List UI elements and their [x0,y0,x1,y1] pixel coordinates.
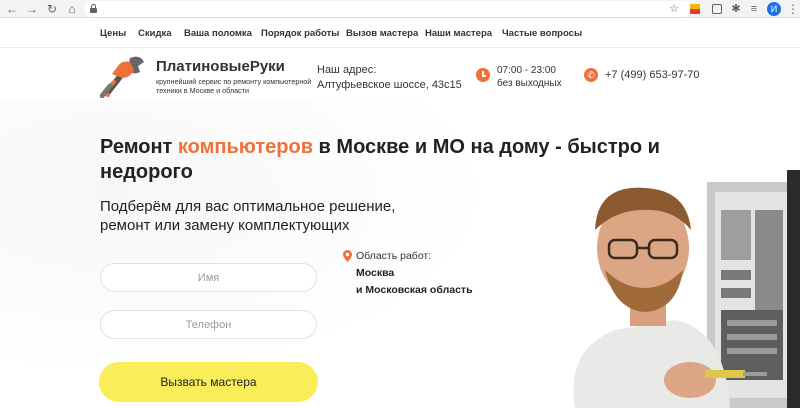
nav-link-your-breakdown[interactable]: Ваша поломка [184,28,252,39]
home-icon[interactable]: ⌂ [64,1,80,17]
phone-icon: ✆ [584,68,598,82]
clock-icon [476,68,490,82]
service-area-city: Москва [356,267,395,279]
extensions-puzzle-icon[interactable]: ✱ [730,3,742,15]
site-nav: Цены Скидка Ваша поломка Порядок работы … [0,18,800,48]
nav-link-faq[interactable]: Частые вопросы [502,28,582,39]
back-icon[interactable]: ← [4,1,20,17]
forward-icon[interactable]: → [24,1,40,17]
nav-link-our-masters[interactable]: Наши мастера [425,28,492,39]
browser-menu-icon[interactable]: ⋮ [787,1,799,17]
address-bar[interactable] [84,1,692,17]
reload-icon[interactable]: ↻ [44,1,60,17]
nav-link-work-order[interactable]: Порядок работы [261,28,339,39]
working-days: без выходных [497,78,562,89]
location-pin-icon [343,250,352,262]
extension-flag-icon[interactable] [690,4,700,14]
extension-box-icon[interactable] [712,4,722,14]
name-input[interactable] [100,263,317,292]
lock-icon [90,4,97,13]
call-master-button[interactable]: Вызвать мастера [99,362,318,402]
address-label: Наш адрес: [317,64,377,76]
working-hours: 07:00 - 23:00 [497,65,556,76]
nav-link-call-master[interactable]: Вызов мастера [346,28,418,39]
service-area-label: Область работ: [356,250,432,262]
brand-tagline: крупнейший сервис по ремонту компьютерно… [156,77,312,95]
bookmark-star-icon[interactable]: ☆ [668,3,680,15]
profile-avatar[interactable]: И [767,2,781,16]
technician-photo [573,170,800,408]
page-subtitle: Подберём для вас оптимальное решение, ре… [100,198,396,234]
service-area-region: и Московская область [356,284,473,296]
browser-toolbar: ← → ↻ ⌂ ☆ ✱ ≡ И ⋮ [0,0,800,18]
brand-name[interactable]: ПлатиновыеРуки [156,58,285,75]
address-value: Алтуфьевское шоссе, 43с15 [317,79,462,91]
phone-input[interactable] [100,310,317,339]
nav-link-discount[interactable]: Скидка [138,28,172,39]
nav-link-prices[interactable]: Цены [100,28,126,39]
logo-wrench-hand-icon[interactable] [100,52,150,98]
phone-number[interactable]: +7 (499) 653-97-70 [605,69,699,81]
reading-list-icon[interactable]: ≡ [748,3,760,15]
headline-accent: компьютеров [177,136,313,158]
